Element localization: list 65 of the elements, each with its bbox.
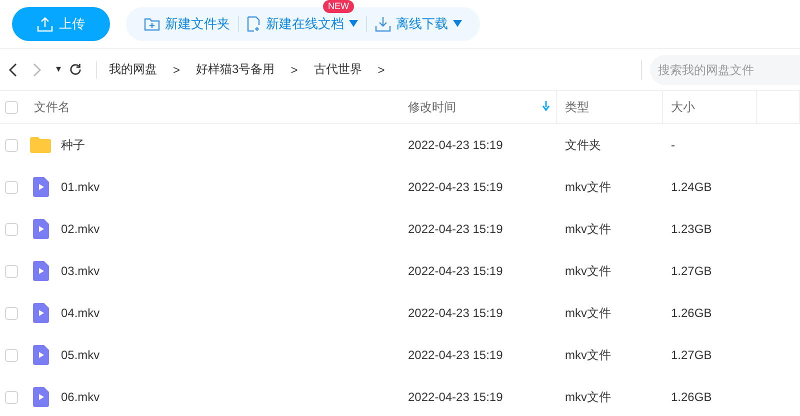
file-type: mkv文件 <box>565 390 611 404</box>
new-badge: NEW <box>323 0 354 13</box>
forward-button[interactable] <box>32 62 42 76</box>
file-size: 1.26GB <box>671 390 712 404</box>
modified-time: 2022-04-23 15:19 <box>408 222 503 236</box>
toolbar-button[interactable]: 离线下载 <box>367 7 470 41</box>
checkbox[interactable] <box>5 222 18 236</box>
checkbox[interactable] <box>5 348 18 362</box>
file-name[interactable]: 06.mkv <box>61 390 100 404</box>
column-header[interactable]: 修改时间 <box>408 98 456 116</box>
new-document-icon <box>247 16 261 32</box>
file-size: 1.26GB <box>671 306 712 320</box>
file-name[interactable]: 04.mkv <box>61 306 100 320</box>
history-dropdown[interactable]: ▾ <box>56 64 62 75</box>
modified-time: 2022-04-23 15:19 <box>408 264 503 278</box>
download-icon <box>375 16 391 32</box>
breadcrumb-separator: > <box>290 62 298 76</box>
breadcrumb-link[interactable]: 我的网盘 <box>109 61 158 78</box>
modified-time: 2022-04-23 15:19 <box>408 390 503 404</box>
modified-time: 2022-04-23 15:19 <box>408 306 503 320</box>
file-name[interactable]: 02.mkv <box>61 222 100 236</box>
file-size: 1.24GB <box>671 180 712 194</box>
select-all-checkbox[interactable] <box>5 100 18 114</box>
modified-time: 2022-04-23 15:19 <box>408 138 503 152</box>
checkbox[interactable] <box>5 390 18 404</box>
column-header[interactable]: 大小 <box>671 98 695 116</box>
file-type: mkv文件 <box>565 222 611 236</box>
file-size: 1.27GB <box>671 348 712 362</box>
breadcrumb-separator: > <box>173 62 180 76</box>
video-file-icon <box>33 303 49 323</box>
file-type: mkv文件 <box>565 306 611 320</box>
video-file-icon <box>33 261 49 281</box>
search-field[interactable]: 搜索我的网盘文件 <box>650 54 800 84</box>
folder-icon <box>30 137 51 153</box>
file-name[interactable]: 种子 <box>61 136 85 154</box>
file-name[interactable]: 01.mkv <box>61 180 100 194</box>
column-header[interactable]: 文件名 <box>34 98 70 116</box>
file-name[interactable]: 03.mkv <box>61 264 100 278</box>
refresh-button[interactable] <box>69 63 82 76</box>
modified-time: 2022-04-23 15:19 <box>408 180 503 194</box>
toolbar-button[interactable]: 新建文件夹 <box>136 7 238 41</box>
checkbox[interactable] <box>5 264 18 278</box>
checkbox[interactable] <box>5 138 18 152</box>
breadcrumb-link[interactable]: 古代世界 <box>314 61 362 78</box>
modified-time: 2022-04-23 15:19 <box>408 348 503 362</box>
back-button[interactable] <box>8 62 18 76</box>
video-file-icon <box>33 219 49 239</box>
video-file-icon <box>33 345 49 365</box>
file-type: mkv文件 <box>565 264 611 278</box>
video-file-icon <box>33 177 49 197</box>
checkbox[interactable] <box>5 306 18 320</box>
upload-icon <box>37 16 53 32</box>
breadcrumb-link[interactable]: 好样猫3号备用 <box>196 61 275 78</box>
file-size: 1.23GB <box>671 222 712 236</box>
video-file-icon <box>33 387 49 407</box>
file-size: - <box>671 138 675 152</box>
file-type: 文件夹 <box>565 138 601 152</box>
checkbox[interactable] <box>5 180 18 194</box>
file-name[interactable]: 05.mkv <box>61 348 100 362</box>
breadcrumb-separator: > <box>378 62 385 76</box>
column-header[interactable]: 类型 <box>565 98 589 116</box>
file-type: mkv文件 <box>565 348 611 362</box>
file-type: mkv文件 <box>565 180 611 194</box>
file-size: 1.27GB <box>671 264 712 278</box>
new-folder-icon <box>144 17 160 31</box>
